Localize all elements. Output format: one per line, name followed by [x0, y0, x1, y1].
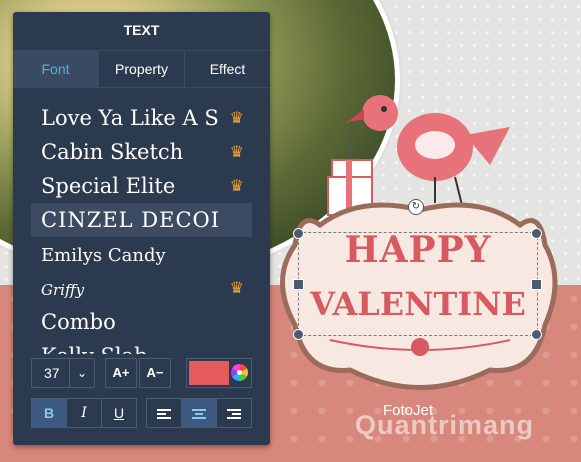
font-item-kelly-slab[interactable]: Kelly Slab [31, 339, 252, 354]
font-size-value: 37 [44, 365, 60, 381]
font-item-griffy[interactable]: Griffy ♛ [31, 271, 252, 305]
gift-icon [327, 120, 373, 216]
font-name: Love Ya Like A S [41, 106, 219, 130]
panel-tabs: Font Property Effect [13, 51, 270, 88]
crown-icon: ♛ [229, 108, 244, 127]
font-size-select[interactable]: 37 ⌄ [31, 358, 95, 388]
crown-icon: ♛ [229, 176, 244, 195]
align-right-icon [227, 409, 241, 420]
text-style-group: B I U [31, 398, 137, 428]
color-swatch[interactable] [189, 361, 229, 385]
panel-title: TEXT [13, 12, 270, 51]
underline-button[interactable]: U [101, 399, 136, 427]
color-wheel-icon[interactable] [231, 364, 248, 381]
rose-icon [411, 338, 429, 356]
resize-handle-bottom-left[interactable] [293, 329, 304, 340]
canvas-text-line2[interactable]: VALENTINE [300, 284, 536, 324]
font-name: Cabin Sketch [41, 140, 184, 164]
font-item-cinzel-decorative[interactable]: CINZEL DECOI [31, 203, 252, 237]
crown-icon: ♛ [229, 278, 244, 297]
font-item-cabin-sketch[interactable]: Cabin Sketch ♛ [31, 135, 252, 169]
watermark: Quantrimang [355, 410, 535, 440]
font-name: Combo [41, 310, 116, 334]
font-name: CINZEL DECOI [41, 208, 221, 232]
style-align-controls: B I U [31, 398, 252, 428]
font-name: Emilys Candy [41, 245, 166, 266]
font-item-special-elite[interactable]: Special Elite ♛ [31, 169, 252, 203]
align-left-button[interactable] [147, 399, 181, 427]
text-panel: TEXT Font Property Effect Love Ya Like A… [13, 12, 270, 445]
bold-button[interactable]: B [32, 399, 66, 427]
font-name: Griffy [41, 281, 85, 299]
crown-icon: ♛ [229, 142, 244, 161]
font-name: Kelly Slab [41, 344, 148, 354]
align-center-icon [192, 409, 206, 420]
align-left-icon [157, 409, 171, 420]
rotate-handle-icon[interactable]: ↻ [408, 199, 424, 215]
tab-font[interactable]: Font [13, 51, 98, 87]
text-align-group [146, 398, 252, 428]
canvas-text-line1[interactable]: HAPPY [300, 230, 536, 270]
font-size-controls: 37 ⌄ A+ A− [31, 358, 252, 388]
font-name: Special Elite [41, 174, 176, 198]
font-item-combo[interactable]: Combo [31, 305, 252, 339]
font-item-emilys-candy[interactable]: Emilys Candy [31, 237, 252, 271]
text-color-picker[interactable] [186, 358, 252, 388]
tab-property[interactable]: Property [98, 51, 184, 87]
decrease-size-button[interactable]: A− [139, 358, 171, 388]
italic-button[interactable]: I [66, 399, 101, 427]
font-item-love-ya-like-a-sister[interactable]: Love Ya Like A S ♛ [31, 101, 252, 135]
align-right-button[interactable] [216, 399, 251, 427]
font-list[interactable]: Love Ya Like A S ♛ Cabin Sketch ♛ Specia… [31, 101, 252, 354]
resize-handle-bottom-right[interactable] [531, 329, 542, 340]
increase-size-button[interactable]: A+ [105, 358, 137, 388]
chevron-down-icon[interactable]: ⌄ [69, 359, 94, 387]
tab-effect[interactable]: Effect [184, 51, 270, 87]
align-center-button[interactable] [181, 399, 216, 427]
